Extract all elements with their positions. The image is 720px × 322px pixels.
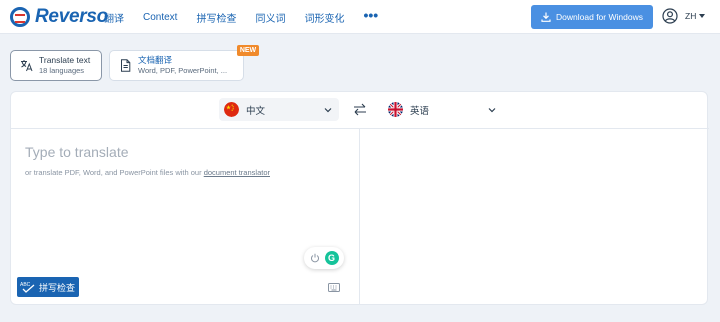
- spellcheck-button[interactable]: ABC 拼写检查: [17, 277, 79, 297]
- reverso-logo[interactable]: Reverso: [10, 5, 108, 29]
- china-flag-icon: [224, 102, 239, 117]
- nav-item-translate[interactable]: 翻译: [104, 10, 124, 25]
- spellcheck-icon: ABC: [20, 282, 35, 293]
- source-language-label: 中文: [246, 105, 266, 117]
- spellcheck-label: 拼写检查: [39, 282, 76, 293]
- target-language-select[interactable]: 英语: [383, 98, 503, 121]
- source-text-input[interactable]: Type to translate: [25, 144, 129, 160]
- translate-text-title: Translate text: [39, 55, 91, 65]
- user-avatar-icon: [662, 8, 678, 24]
- document-translator-link[interactable]: document translator: [204, 168, 270, 177]
- keyboard-icon[interactable]: [328, 283, 340, 292]
- document-translation-title: 文档翻译: [138, 55, 173, 65]
- translate-icon: [21, 60, 33, 72]
- brand-name: Reverso: [35, 6, 108, 27]
- reverso-logo-icon: [10, 7, 30, 27]
- document-hint-text: or translate PDF, Word, and PowerPoint f…: [25, 168, 204, 177]
- svg-text:ABC: ABC: [20, 282, 31, 288]
- source-language-select[interactable]: 中文: [219, 98, 339, 121]
- top-bar: Reverso 翻译 Context 拼写检查 同义词 词形变化 ••• Dow…: [0, 0, 720, 34]
- grammarly-widget[interactable]: G: [304, 247, 344, 269]
- grammarly-icon[interactable]: G: [324, 251, 339, 265]
- main-nav: 翻译 Context 拼写检查 同义词 词形变化 •••: [104, 0, 397, 34]
- uk-flag-icon: [388, 102, 403, 117]
- chevron-down-icon: [324, 107, 332, 112]
- chevron-down-icon: [488, 107, 496, 112]
- new-badge: NEW: [237, 45, 259, 56]
- nav-item-context[interactable]: Context: [143, 12, 177, 23]
- nav-item-spellcheck[interactable]: 拼写检查: [196, 10, 236, 25]
- swap-languages-icon[interactable]: [353, 103, 367, 116]
- translate-text-tab[interactable]: Translate text 18 languages: [10, 50, 102, 81]
- document-translation-tab[interactable]: 文档翻译 Word, PDF, PowerPoint, ...: [109, 50, 244, 81]
- document-hint: or translate PDF, Word, and PowerPoint f…: [25, 168, 270, 177]
- language-bar: 中文 英语: [11, 92, 709, 129]
- download-icon: [541, 12, 551, 22]
- target-language-label: 英语: [410, 105, 430, 117]
- nav-item-conjugation[interactable]: 词形变化: [304, 10, 344, 25]
- caret-down-icon: [699, 14, 706, 18]
- download-windows-button[interactable]: Download for Windows: [531, 5, 653, 29]
- panel-divider: [359, 129, 360, 305]
- interface-language: ZH: [685, 11, 697, 21]
- user-menu[interactable]: ZH: [662, 8, 706, 24]
- nav-item-synonyms[interactable]: 同义词: [255, 10, 285, 25]
- translator-panel: 中文 英语 Type to translate or translate PDF…: [10, 91, 709, 305]
- download-label: Download for Windows: [556, 12, 643, 22]
- nav-more-button[interactable]: •••: [363, 7, 378, 23]
- power-icon[interactable]: [310, 253, 320, 263]
- document-translation-subtitle: Word, PDF, PowerPoint, ...: [138, 66, 228, 75]
- translate-text-subtitle: 18 languages: [39, 66, 85, 75]
- document-icon: [121, 59, 131, 72]
